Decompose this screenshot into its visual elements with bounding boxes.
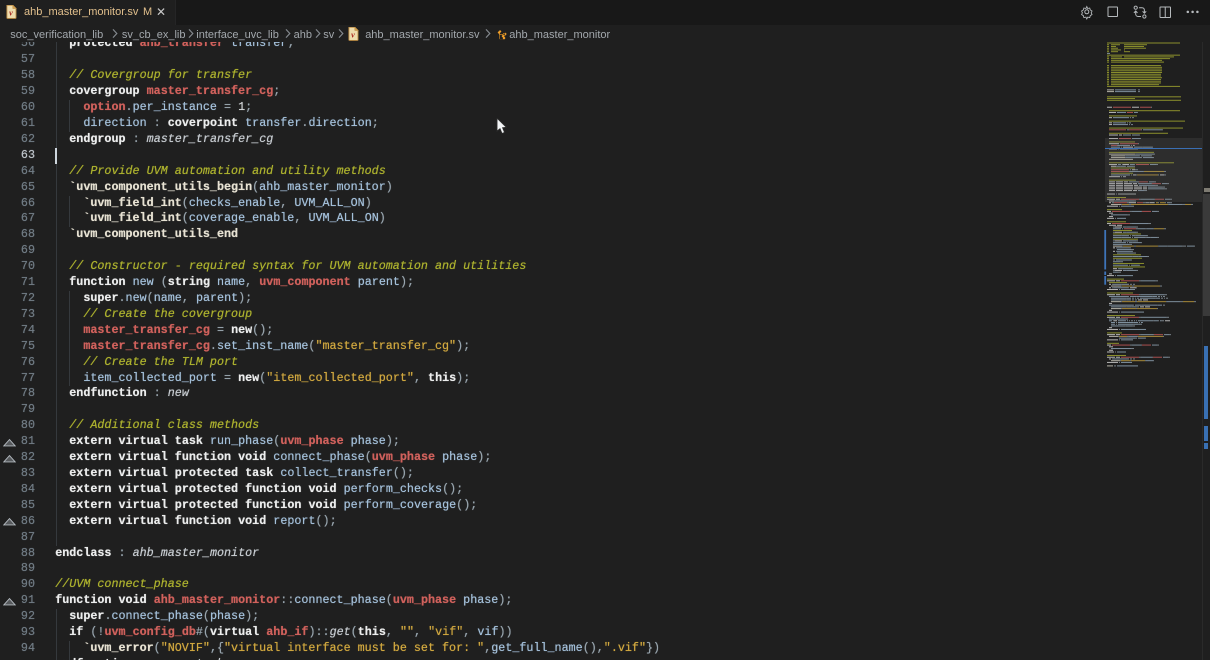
svg-text:v: v bbox=[351, 30, 355, 39]
svg-text:v: v bbox=[9, 8, 13, 17]
